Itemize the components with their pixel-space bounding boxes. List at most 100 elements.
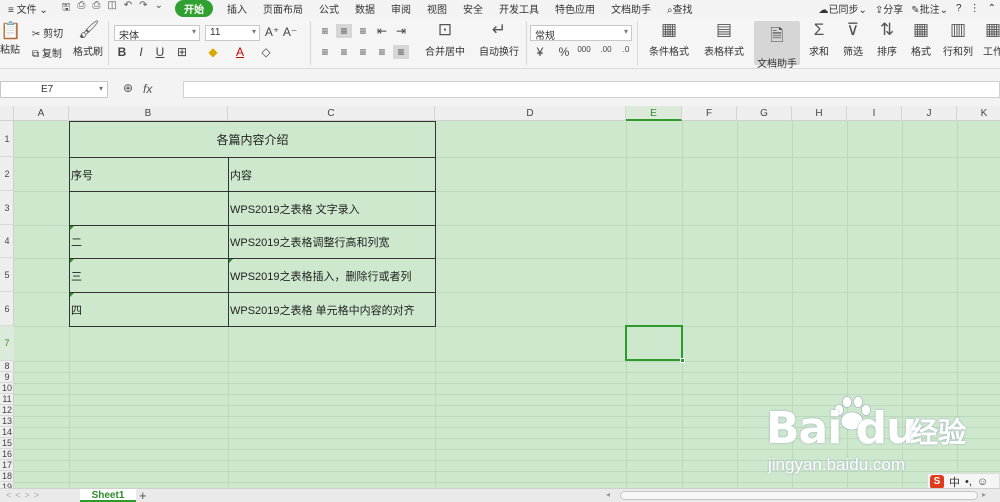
scroll-left-icon[interactable]: ◂: [606, 490, 610, 499]
row-content[interactable]: WPS2019之表格插入，删除行或者列: [230, 259, 434, 292]
tab-view[interactable]: 视图: [419, 1, 455, 16]
sheet-tab[interactable]: Sheet1: [80, 489, 136, 502]
column-header[interactable]: D: [435, 106, 626, 121]
align-right-icon[interactable]: ≡: [355, 45, 371, 59]
tab-developer[interactable]: 开发工具: [491, 1, 547, 16]
format-button[interactable]: ▦ 格式: [904, 17, 938, 58]
row-content[interactable]: WPS2019之表格调整行高和列宽: [230, 226, 434, 258]
column-header[interactable]: I: [847, 106, 902, 121]
row-header[interactable]: 11: [0, 394, 14, 405]
wrap-text-button[interactable]: ↵ 自动换行: [474, 17, 524, 58]
formula-input[interactable]: [183, 81, 1000, 98]
add-sheet-button[interactable]: +: [139, 488, 147, 502]
scroll-right-icon[interactable]: ▸: [982, 490, 986, 499]
row-header[interactable]: 6: [0, 292, 14, 326]
number-format-select[interactable]: 常规 ▾: [530, 25, 632, 42]
header-content[interactable]: 内容: [230, 158, 434, 191]
indent-decrease-icon[interactable]: ⇤: [374, 24, 390, 38]
cut-button[interactable]: ✂ 剪切: [32, 25, 63, 40]
row-header[interactable]: 12: [0, 405, 14, 416]
currency-icon[interactable]: ¥: [532, 45, 548, 59]
tab-data[interactable]: 数据: [347, 1, 383, 16]
fill-handle[interactable]: [680, 358, 685, 363]
doc-assistant-button[interactable]: 🗎 文档助手: [754, 21, 800, 70]
column-header[interactable]: G: [737, 106, 792, 121]
tab-insert[interactable]: 插入: [219, 1, 255, 16]
justify-icon[interactable]: ≡: [374, 45, 390, 59]
share-button[interactable]: ⇪分享: [875, 1, 903, 16]
clear-format-icon[interactable]: ◇: [258, 45, 274, 59]
help-icon[interactable]: ?: [956, 3, 962, 14]
distributed-icon[interactable]: ≡: [393, 45, 409, 59]
merge-center-button[interactable]: ⊡ 合并居中: [420, 17, 470, 58]
sheet-nav-arrows[interactable]: <<>>: [6, 490, 43, 500]
underline-button[interactable]: U: [152, 45, 168, 59]
column-header[interactable]: F: [682, 106, 737, 121]
fx-icon[interactable]: fx: [143, 82, 152, 96]
align-bottom-icon[interactable]: ≡: [355, 24, 371, 38]
table-style-button[interactable]: ▤ 表格样式: [696, 17, 752, 58]
row-content[interactable]: WPS2019之表格 文字录入: [230, 192, 434, 225]
percent-button[interactable]: %: [556, 45, 572, 59]
copy-button[interactable]: ⧉ 复制: [32, 45, 62, 60]
tab-security[interactable]: 安全: [455, 1, 491, 16]
column-header[interactable]: B: [69, 106, 228, 121]
border-icon[interactable]: ⊞: [174, 45, 190, 59]
row-seq[interactable]: 四: [71, 293, 227, 326]
sum-button[interactable]: Σ 求和: [802, 17, 836, 58]
collapse-ribbon-icon[interactable]: ⌃: [988, 3, 996, 14]
indent-increase-icon[interactable]: ⇥: [393, 24, 409, 38]
font-color-icon[interactable]: A: [232, 45, 248, 59]
row-header[interactable]: 18: [0, 471, 14, 482]
row-header[interactable]: 2: [0, 157, 14, 191]
row-header[interactable]: 14: [0, 427, 14, 438]
active-cell-e7[interactable]: [625, 325, 685, 363]
align-left-icon[interactable]: ≡: [317, 45, 333, 59]
worksheet-button[interactable]: ▦ 工作: [978, 17, 1000, 58]
align-top-icon[interactable]: ≡: [317, 24, 333, 38]
select-all-corner[interactable]: [0, 106, 14, 121]
row-col-button[interactable]: ▥ 行和列: [938, 17, 978, 58]
row-content[interactable]: WPS2019之表格 单元格中内容的对齐: [230, 293, 434, 326]
search-button[interactable]: ⌕查找: [659, 1, 701, 16]
column-header[interactable]: J: [902, 106, 957, 121]
fill-color-icon[interactable]: ◆: [205, 45, 221, 59]
export-pdf-icon[interactable]: ⎙: [77, 0, 85, 17]
table-title[interactable]: 各篇内容介绍: [70, 122, 435, 157]
font-size-select[interactable]: 11 ▾: [205, 25, 260, 41]
row-header[interactable]: 15: [0, 438, 14, 449]
more-menu-icon[interactable]: ⋮: [970, 3, 980, 14]
sort-button[interactable]: ⇅ 排序: [870, 17, 904, 58]
increase-font-icon[interactable]: A⁺: [264, 25, 280, 39]
save-icon[interactable]: 🖫: [62, 0, 71, 17]
paste-button[interactable]: 📋 粘贴: [0, 21, 22, 56]
row-seq[interactable]: 二: [71, 226, 227, 258]
thousands-icon[interactable]: 000: [576, 45, 592, 54]
increase-decimal-icon[interactable]: .00: [598, 45, 614, 54]
tab-features[interactable]: 特色应用: [547, 1, 603, 16]
row-header[interactable]: 8: [0, 361, 14, 372]
row-header[interactable]: 4: [0, 225, 14, 258]
tab-home[interactable]: 开始: [174, 0, 213, 17]
filter-button[interactable]: ⊽ 筛选: [836, 17, 870, 58]
format-painter-button[interactable]: 🖌 格式刷: [66, 17, 110, 58]
header-seq[interactable]: 序号: [71, 158, 227, 191]
decrease-decimal-icon[interactable]: .0: [618, 45, 634, 54]
row-seq[interactable]: 三: [71, 259, 227, 292]
more-icon[interactable]: ⌄: [155, 0, 163, 17]
column-header[interactable]: A: [14, 106, 69, 121]
font-name-select[interactable]: 宋体 ▾: [114, 25, 200, 42]
column-header[interactable]: C: [228, 106, 435, 121]
horizontal-scrollbar[interactable]: [620, 491, 978, 500]
tab-review[interactable]: 审阅: [383, 1, 419, 16]
zoom-icon[interactable]: ⊕: [123, 81, 133, 95]
file-menu[interactable]: ≡ 文件 ⌄: [0, 1, 56, 16]
bold-button[interactable]: B: [114, 45, 130, 59]
row-header[interactable]: 5: [0, 258, 14, 292]
row-header[interactable]: 10: [0, 383, 14, 394]
row-header[interactable]: 1: [0, 121, 14, 157]
align-middle-icon[interactable]: ≡: [336, 24, 352, 38]
italic-button[interactable]: I: [133, 45, 149, 59]
row-header[interactable]: 9: [0, 372, 14, 383]
conditional-format-button[interactable]: ▦ 条件格式: [641, 17, 697, 58]
